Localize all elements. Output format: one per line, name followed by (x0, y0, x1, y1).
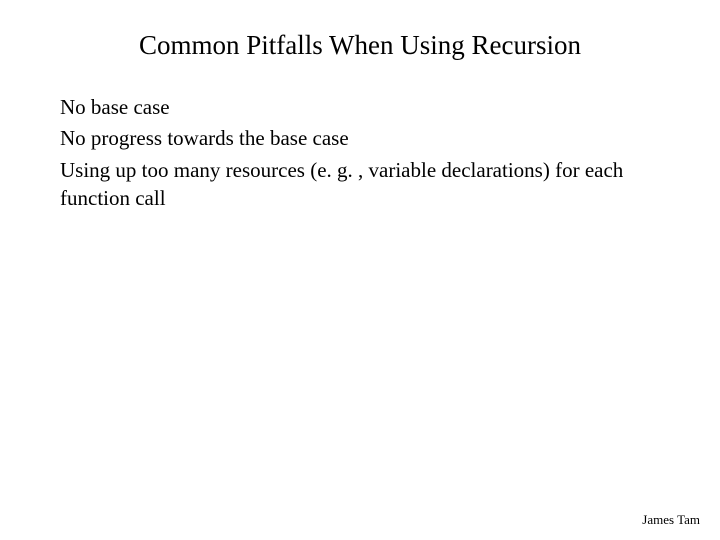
bullet-item: No progress towards the base case (60, 124, 660, 152)
slide-content: No base case No progress towards the bas… (60, 93, 660, 212)
slide-title: Common Pitfalls When Using Recursion (60, 30, 660, 61)
bullet-item: Using up too many resources (e. g. , var… (60, 156, 660, 213)
slide-footer: James Tam (642, 512, 700, 528)
bullet-item: No base case (60, 93, 660, 121)
slide-container: Common Pitfalls When Using Recursion No … (0, 0, 720, 540)
